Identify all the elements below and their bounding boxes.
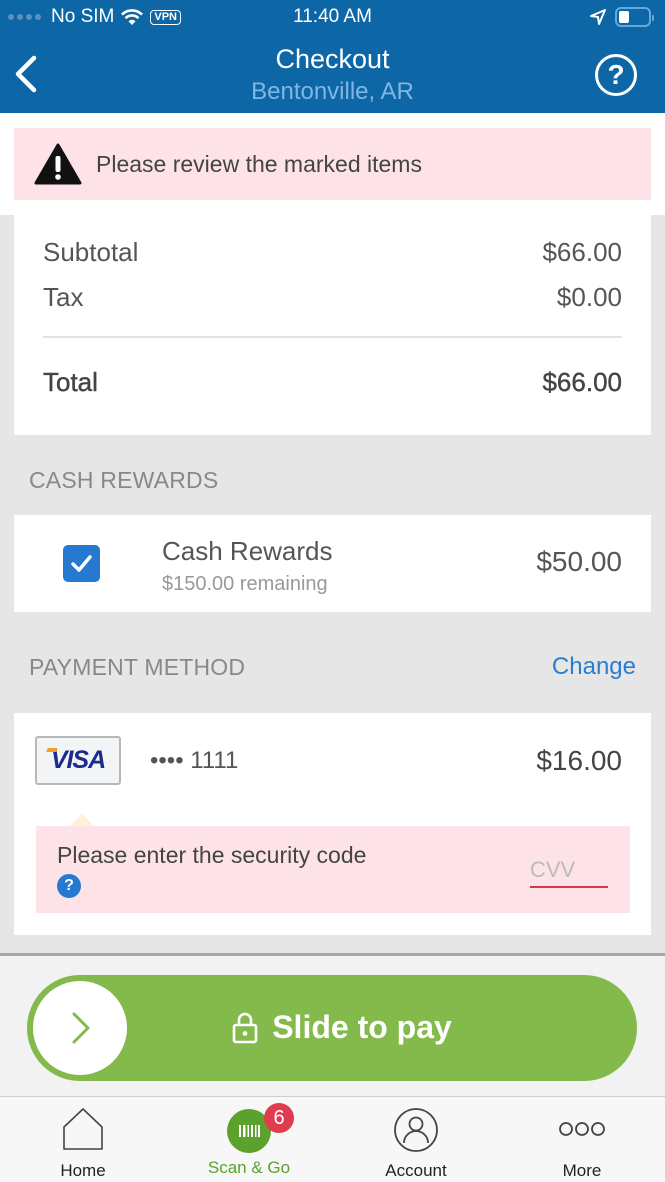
total-row: Total $66.00: [43, 367, 622, 398]
tax-value: $0.00: [556, 282, 622, 312]
order-summary-card: Subtotal $66.00 Tax $0.00 Total $66.00: [14, 215, 651, 435]
subtotal-value: $66.00: [542, 237, 622, 267]
payment-method-card: VISA •••• 1111 $16.00 Please enter the s…: [14, 713, 651, 935]
scan-go-badge: 6: [264, 1103, 294, 1133]
status-bar: No SIM VPN 11:40 AM: [0, 0, 665, 36]
cash-rewards-section-label: CASH REWARDS: [29, 467, 219, 493]
battery-icon: [615, 7, 654, 27]
location-arrow-icon: [590, 9, 606, 25]
warning-triangle-icon: [34, 143, 82, 185]
cash-rewards-checkbox[interactable]: [63, 545, 100, 582]
cash-rewards-amount: $50.00: [536, 546, 622, 577]
store-location: Bentonville, AR: [251, 78, 414, 105]
review-alert: Please review the marked items: [14, 128, 651, 200]
summary-divider: [43, 336, 622, 338]
card-number: •••• 1111: [150, 747, 239, 774]
slider-label: Slide to pay: [27, 1009, 637, 1046]
visa-card-logo: VISA: [35, 736, 121, 785]
home-icon: [63, 1108, 103, 1150]
slide-to-pay-label: Slide to pay: [272, 1009, 452, 1045]
more-icon: [559, 1122, 605, 1136]
slide-to-pay-area: Slide to pay: [0, 953, 665, 1096]
card-amount: $16.00: [536, 745, 622, 776]
change-payment-link[interactable]: Change: [552, 653, 636, 681]
cvv-error-box: Please enter the security code ?: [36, 826, 630, 913]
cvv-tooltip-notch: [70, 814, 94, 826]
checkmark-icon: [71, 555, 92, 572]
user-icon: [394, 1108, 438, 1152]
subtotal-row: Subtotal $66.00: [43, 237, 622, 268]
help-button[interactable]: ?: [595, 54, 637, 96]
tab-home[interactable]: Home: [0, 1097, 166, 1182]
subtotal-label: Subtotal: [43, 237, 139, 267]
payment-method-section-label: PAYMENT METHOD: [29, 654, 246, 680]
cash-rewards-card: Cash Rewards $150.00 remaining $50.00: [14, 515, 651, 612]
slide-to-pay-slider[interactable]: Slide to pay: [27, 975, 637, 1081]
cvv-help-icon[interactable]: ?: [57, 873, 81, 898]
status-right: [589, 7, 654, 27]
nav-bar: Checkout Bentonville, AR ?: [0, 36, 665, 113]
total-value: $66.00: [542, 367, 622, 397]
tab-bar: Home 6 Scan & Go Account More: [0, 1096, 665, 1182]
app-header: No SIM VPN 11:40 AM Checkout Bentonville…: [0, 0, 665, 113]
cash-rewards-title: Cash Rewards: [162, 536, 333, 566]
alert-message: Please review the marked items: [96, 150, 422, 177]
tab-more[interactable]: More: [499, 1097, 665, 1182]
status-time: 11:40 AM: [293, 6, 372, 27]
tab-more-label: More: [562, 1161, 602, 1180]
card-brand: VISA: [50, 746, 106, 774]
tab-account[interactable]: Account: [333, 1097, 499, 1182]
total-label: Total: [43, 367, 98, 397]
tax-label: Tax: [43, 282, 84, 312]
cash-rewards-remaining: $150.00 remaining: [162, 573, 328, 595]
page-title: Checkout: [275, 44, 390, 74]
tab-account-label: Account: [385, 1161, 447, 1180]
tab-scan-and-go-label: Scan & Go: [207, 1158, 291, 1177]
tax-row: Tax $0.00: [43, 282, 622, 313]
cvv-input[interactable]: [530, 854, 608, 888]
cvv-message: Please enter the security code ?: [57, 841, 377, 899]
alert-container: Please review the marked items: [0, 113, 665, 215]
cvv-message-text: Please enter the security code: [57, 842, 367, 868]
tab-home-label: Home: [60, 1161, 106, 1180]
lock-icon: [232, 1012, 258, 1043]
tab-scan-and-go[interactable]: 6 Scan & Go: [166, 1097, 332, 1182]
